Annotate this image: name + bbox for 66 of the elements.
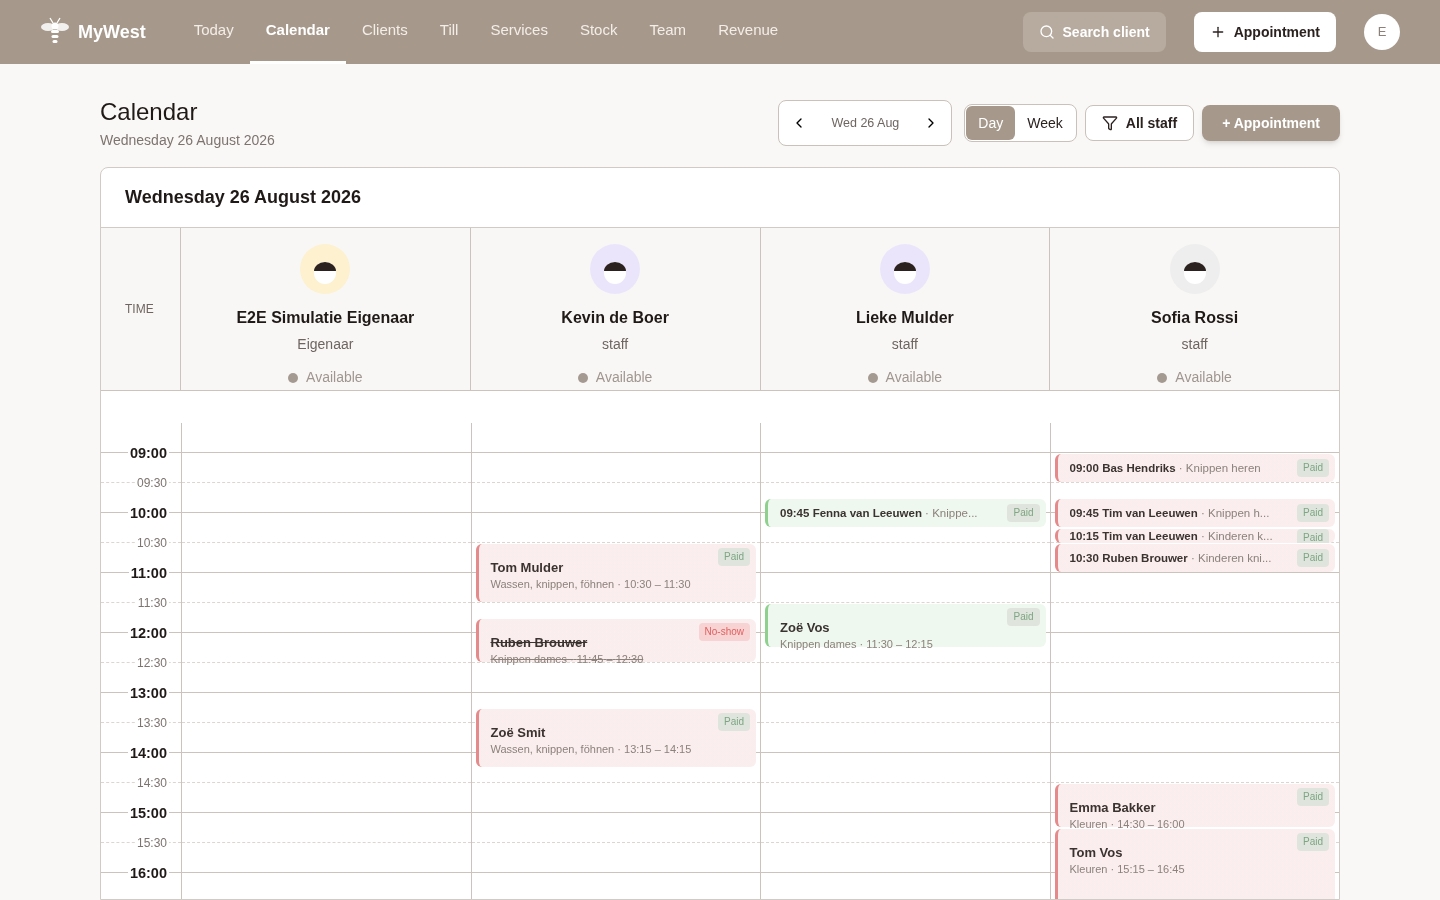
appointment-summary: 10:15 Tim van Leeuwen · Kinderen k... — [1069, 529, 1273, 543]
staff-filter-button[interactable]: All staff — [1084, 105, 1195, 141]
appointment-card[interactable]: Paid Emma Bakker Kleuren · 14:30 – 16:00 — [1054, 784, 1335, 827]
appointment-summary: 09:45 Fenna van Leeuwen · Knippe... — [780, 506, 978, 520]
client-name: Tom Vos — [1069, 845, 1124, 861]
app-name: MyWest — [78, 21, 146, 44]
time-label: 13:00 — [127, 685, 169, 701]
status-badge: Paid — [718, 713, 750, 731]
status-badge: No-show — [698, 623, 750, 641]
status-badge: Paid — [1297, 504, 1329, 522]
time-label: 11:00 — [128, 565, 169, 581]
availability-status: Available — [595, 368, 653, 387]
page-title: Calendar — [100, 97, 199, 127]
appointment-card[interactable]: 10:15 Tim van Leeuwen · Kinderen k... Paid — [1054, 529, 1335, 543]
appointment-card[interactable]: 09:45 Tim van Leeuwen · Knippen h... Paid — [1054, 499, 1335, 527]
client-name: Zoë Smit — [490, 725, 547, 741]
client-name: Emma Bakker — [1069, 800, 1157, 816]
staff-name: E2E Simulatie Eigenaar — [236, 308, 415, 328]
status-badge: Paid — [1297, 529, 1329, 543]
client-name: Ruben Brouwer — [490, 635, 589, 651]
staff-role: Eigenaar — [297, 335, 354, 354]
time-label: 12:00 — [127, 625, 169, 641]
staff-role: staff — [602, 335, 629, 354]
availability-status: Available — [306, 368, 363, 387]
status-badge: Paid — [1297, 788, 1329, 806]
filter-icon — [1101, 115, 1118, 131]
appointment-card[interactable]: 10:30 Ruben Brouwer · Kinderen kni... Paid — [1054, 544, 1335, 572]
appointment-detail: Wassen, knippen, föhnen · 13:15 – 14:15 — [490, 742, 693, 757]
appointment-card[interactable]: Paid Tom Vos Kleuren · 15:15 – 16:45 — [1054, 829, 1335, 899]
appointment-summary: 09:00 Bas Hendriks · Knippen heren — [1069, 461, 1261, 475]
time-label: 16:00 — [127, 865, 169, 881]
status-badge: Paid — [1297, 549, 1329, 567]
time-column-header: TIME — [125, 301, 154, 318]
status-badge: Paid — [1007, 608, 1040, 626]
time-label: 10:00 — [127, 505, 169, 521]
new-appointment-button[interactable]: Appointment — [1193, 12, 1336, 52]
status-badge: Paid — [1007, 504, 1040, 522]
view-tab[interactable]: Week — [1015, 106, 1075, 140]
appointment-detail: Wassen, knippen, föhnen · 10:30 – 11:30 — [490, 577, 692, 592]
staff-name: Kevin de Boer — [561, 308, 669, 328]
current-date: Wed 26 Aug — [831, 114, 900, 132]
status-badge: Paid — [1297, 833, 1329, 851]
status-badge: Paid — [1297, 459, 1329, 477]
appointment-summary: 10:30 Ruben Brouwer · Kinderen kni... — [1069, 551, 1272, 565]
time-label: 14:00 — [127, 745, 169, 761]
appointment-card[interactable]: Paid Zoë Smit Wassen, knippen, föhnen · 13:15 – 14:15 — [475, 709, 756, 767]
appointment-card[interactable]: Paid Tom Mulder Wassen, knippen, föhnen · 10:30 – 11:30 — [475, 544, 756, 602]
status-badge: Paid — [718, 548, 750, 566]
appointment-card[interactable]: 09:45 Fenna van Leeuwen · Knippe... Paid — [765, 499, 1046, 527]
client-name: Zoë Vos — [780, 620, 831, 636]
staff-role: staff — [1181, 335, 1208, 354]
user-avatar[interactable]: E — [1364, 14, 1400, 50]
staff-name: Lieke Mulder — [855, 308, 954, 328]
staff-role: staff — [891, 335, 918, 354]
appointment-card[interactable]: 09:00 Bas Hendriks · Knippen heren Paid — [1054, 454, 1335, 482]
time-label: 15:00 — [127, 805, 169, 821]
staff-name: Sofia Rossi — [1151, 308, 1239, 328]
search-icon — [1038, 24, 1055, 40]
appointment-detail: Kleuren · 15:15 – 16:45 — [1069, 862, 1186, 877]
availability-status: Available — [885, 368, 943, 387]
availability-status: Available — [1175, 368, 1232, 387]
time-label: 09:00 — [127, 445, 169, 461]
page-subtitle: Wednesday 26 August 2026 — [100, 131, 275, 150]
appointment-summary: 09:45 Tim van Leeuwen · Knippen h... — [1069, 506, 1270, 520]
client-name: Tom Mulder — [490, 560, 565, 576]
calendar-heading: Wednesday 26 August 2026 — [125, 186, 362, 209]
